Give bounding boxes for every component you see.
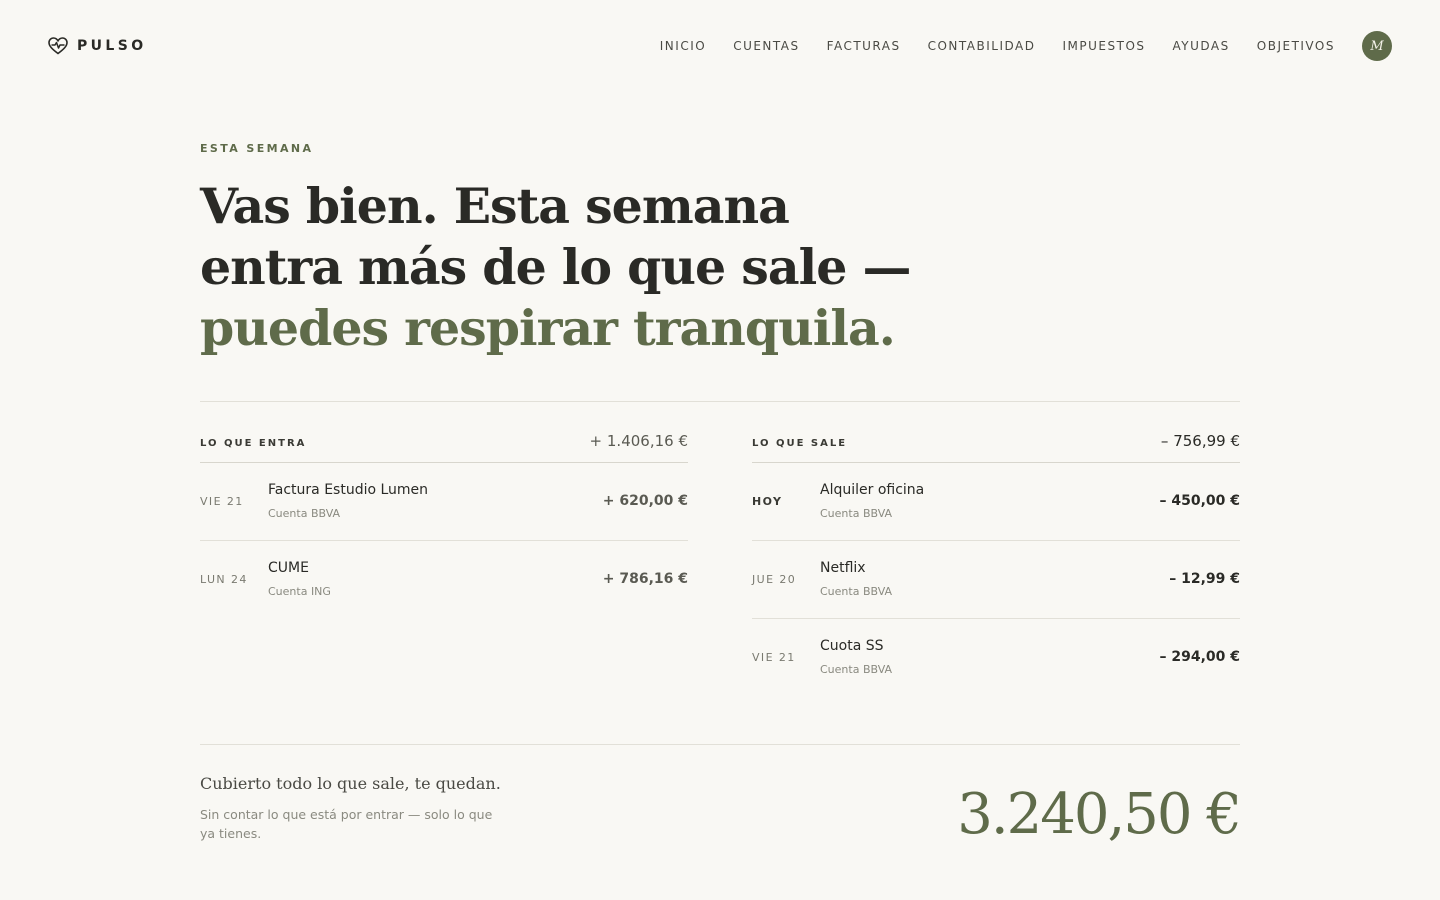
row-account: Cuenta BBVA: [268, 507, 341, 520]
income-row[interactable]: VIE 21 Factura Estudio Lumen Cuenta BBVA…: [200, 463, 688, 541]
expense-row[interactable]: VIE 21 Cuota SS Cuenta BBVA – 294,00 €: [752, 619, 1240, 697]
section-eyebrow: ESTA SEMANA: [200, 142, 314, 155]
main-nav: INICIO CUENTAS FACTURAS CONTABILIDAD IMP…: [660, 31, 1392, 61]
row-date: JUE 20: [752, 573, 797, 586]
avatar[interactable]: M: [1362, 31, 1392, 61]
row-title: Factura Estudio Lumen: [268, 482, 429, 498]
row-amount: – 12,99 €: [1169, 571, 1240, 587]
row-account: Cuenta ING: [268, 585, 331, 598]
row-title: Alquiler oficina: [820, 482, 925, 498]
nav-item-ayudas[interactable]: AYUDAS: [1173, 39, 1230, 53]
nav-item-objetivos[interactable]: OBJETIVOS: [1257, 39, 1335, 53]
income-header: LO QUE ENTRA + 1.406,16 €: [200, 432, 688, 463]
summary-subtitle: Sin contar lo que está por entrar — solo…: [200, 807, 493, 841]
available-balance: 3.240,50 €: [957, 782, 1242, 847]
top-header: PULSO INICIO CUENTAS FACTURAS CONTABILID…: [0, 0, 1440, 92]
expense-row[interactable]: HOY Alquiler oficina Cuenta BBVA – 450,0…: [752, 463, 1240, 541]
headline-accent: puedes respirar tranquila.: [200, 299, 896, 357]
summary-divider: [200, 744, 1240, 745]
row-date: HOY: [752, 495, 783, 508]
row-amount: – 450,00 €: [1159, 493, 1240, 509]
income-column: LO QUE ENTRA + 1.406,16 € VIE 21 Factura…: [200, 432, 688, 619]
row-date: LUN 24: [200, 573, 248, 586]
row-date: VIE 21: [200, 495, 244, 508]
expenses-header: LO QUE SALE – 756,99 €: [752, 432, 1240, 463]
row-title: Netflix: [820, 560, 866, 576]
row-date: VIE 21: [752, 651, 796, 664]
expenses-column: LO QUE SALE – 756,99 € HOY Alquiler ofic…: [752, 432, 1240, 697]
brand[interactable]: PULSO: [48, 37, 147, 55]
income-label: LO QUE ENTRA: [200, 438, 307, 449]
nav-item-inicio[interactable]: INICIO: [660, 39, 706, 53]
heart-pulse-icon: [48, 37, 68, 55]
row-title: Cuota SS: [820, 638, 884, 654]
row-amount: + 620,00 €: [602, 493, 688, 509]
income-row[interactable]: LUN 24 CUME Cuenta ING + 786,16 €: [200, 541, 688, 619]
brand-name: PULSO: [77, 38, 147, 54]
row-amount: + 786,16 €: [602, 571, 688, 587]
nav-item-cuentas[interactable]: CUENTAS: [733, 39, 799, 53]
nav-item-contabilidad[interactable]: CONTABILIDAD: [928, 39, 1036, 53]
row-amount: – 294,00 €: [1159, 649, 1240, 665]
headline-plain: Vas bien. Esta semana entra más de lo qu…: [200, 177, 911, 296]
income-total: + 1.406,16 €: [589, 432, 688, 450]
summary-title: Cubierto todo lo que sale, te quedan.: [200, 774, 501, 793]
row-account: Cuenta BBVA: [820, 663, 893, 676]
expenses-label: LO QUE SALE: [752, 438, 848, 449]
page-headline: Vas bien. Esta semana entra más de lo qu…: [200, 176, 920, 359]
row-account: Cuenta BBVA: [820, 585, 893, 598]
nav-item-facturas[interactable]: FACTURAS: [827, 39, 901, 53]
nav-item-impuestos[interactable]: IMPUESTOS: [1063, 39, 1146, 53]
expense-row[interactable]: JUE 20 Netflix Cuenta BBVA – 12,99 €: [752, 541, 1240, 619]
row-title: CUME: [268, 560, 309, 576]
expenses-total: – 756,99 €: [1160, 432, 1240, 450]
section-divider: [200, 401, 1240, 402]
row-account: Cuenta BBVA: [820, 507, 893, 520]
